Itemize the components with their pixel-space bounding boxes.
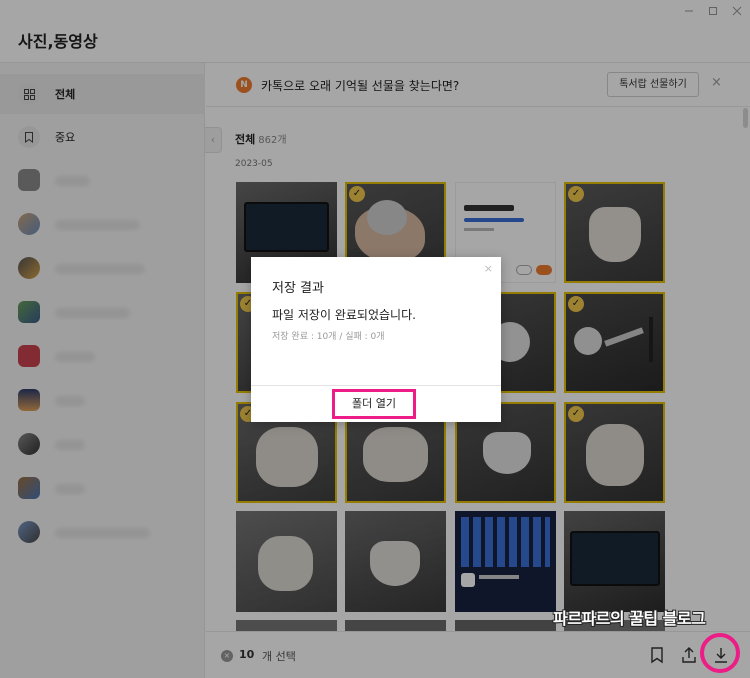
save-result-dialog: × 저장 결과 파일 저장이 완료되었습니다. 저장 완료 : 10개 / 실패… (251, 257, 501, 422)
dialog-message: 파일 저장이 완료되었습니다. (272, 308, 416, 322)
dialog-close-icon[interactable]: × (484, 262, 493, 275)
dialog-title: 저장 결과 (272, 281, 324, 296)
dialog-detail: 저장 완료 : 10개 / 실패 : 0개 (272, 332, 385, 342)
dialog-divider (251, 385, 501, 386)
open-folder-button[interactable]: 폴더 열기 (332, 389, 416, 419)
blog-watermark: 파르파르의 꿀팁 블로그 (553, 609, 706, 628)
download-highlight-ring (700, 633, 740, 673)
